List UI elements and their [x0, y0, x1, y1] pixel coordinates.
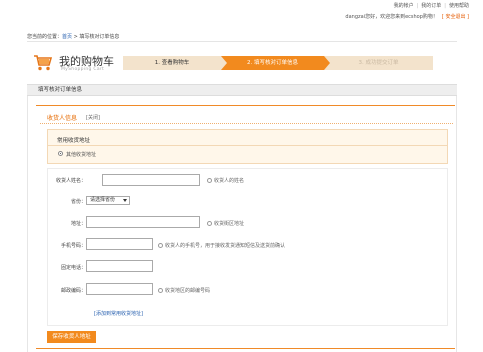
step-arrow: [324, 56, 330, 70]
breadcrumb-prefix: 您当前的位置：: [27, 34, 63, 40]
province-select[interactable]: 请选择省份: [86, 196, 130, 205]
top-nav: 我的帐户 | 我的订单 | 使用帮助: [394, 2, 469, 9]
divider: [36, 348, 455, 349]
postcode-label: 邮政编码：: [60, 288, 86, 294]
info-icon: [207, 221, 212, 226]
info-icon: [207, 178, 212, 183]
section-title: 填写核对订单信息: [27, 84, 457, 96]
cart-subtitle: MyShopping Cart: [61, 67, 105, 72]
postcode-hint: 收货地区的邮编号码: [158, 287, 210, 294]
mobile-hint-text: 收货人的手机号，用于接收发货通知短信及送货前确认: [165, 243, 286, 249]
mobile-hint: 收货人的手机号，用于接收发货通知短信及送货前确认: [158, 242, 285, 249]
shopping-cart-icon: [34, 55, 53, 71]
divider: |: [444, 3, 446, 9]
postcode-hint-text: 收货地区的邮编号码: [165, 288, 211, 294]
province-selected: 请选择省份: [90, 197, 116, 203]
step-view-cart: 1. 查看购物车: [123, 56, 221, 70]
info-icon: [158, 243, 163, 248]
step-fill-order: 2. 填写核对订单信息: [221, 56, 324, 70]
welcome-bar: dangzai您好，欢迎您来到ecshop购物！ [ 安全退出 ]: [345, 13, 469, 20]
mobile-input[interactable]: [86, 238, 153, 250]
address-label: 地址：: [70, 221, 86, 227]
add-to-saved-address-link[interactable]: [添加到常用收货地址]: [94, 310, 143, 317]
step-submit-order: 3. 成功提交订单: [324, 56, 433, 70]
address-hint: 收货街区地址: [207, 220, 244, 227]
other-address-label: 其他收货地址: [66, 152, 97, 158]
name-hint-text: 收货人的姓名: [214, 178, 245, 184]
postcode-input[interactable]: [86, 283, 153, 295]
saved-address-box: 常用收货地址 其他收货地址: [47, 129, 448, 164]
saved-address-title: 常用收货地址: [57, 138, 91, 144]
top-bar: 我的帐户 | 我的订单 | 使用帮助 dangzai您好，欢迎您来到ecshop购物！[…: [0, 0, 483, 28]
info-icon: [158, 288, 163, 293]
step-arrow: [221, 56, 227, 70]
divider: [48, 145, 447, 146]
checkout-steps: 1. 查看购物车 2. 填写核对订单信息 3. 成功提交订单: [123, 56, 433, 70]
receiver-close-link[interactable]: [关闭]: [86, 114, 100, 121]
breadcrumb-home-link[interactable]: 首页: [62, 34, 72, 40]
province-label: 省份：: [70, 199, 86, 205]
phone-label: 固定电话：: [60, 265, 86, 271]
divider: |: [416, 3, 419, 9]
phone-input[interactable]: [86, 260, 153, 272]
mobile-label: 手机号码：: [60, 243, 86, 249]
name-hint: 收货人的姓名: [207, 177, 244, 184]
name-input[interactable]: [102, 174, 200, 186]
address-input[interactable]: [86, 216, 200, 228]
help-link[interactable]: 使用帮助: [449, 3, 469, 9]
save-address-button[interactable]: 保存收货人地址: [47, 331, 96, 343]
divider: [40, 123, 453, 124]
my-orders-link[interactable]: 我的订单: [421, 3, 441, 9]
receiver-title: 收货人信息: [47, 115, 78, 122]
logout-link[interactable]: [ 安全退出 ]: [442, 14, 469, 20]
breadcrumb: 您当前的位置：首页 > 填写核对订单信息: [27, 33, 457, 42]
breadcrumb-current: 填写核对订单信息: [79, 34, 120, 40]
other-address-radio[interactable]: [58, 151, 63, 156]
welcome-text: dangzai您好，欢迎您来到ecshop购物！: [345, 14, 438, 20]
chevron-down-icon: [123, 199, 127, 202]
name-label: 收货人姓名：: [55, 178, 86, 184]
divider: [36, 105, 455, 106]
address-hint-text: 收货街区地址: [214, 221, 245, 227]
my-account-link[interactable]: 我的帐户: [394, 3, 414, 9]
